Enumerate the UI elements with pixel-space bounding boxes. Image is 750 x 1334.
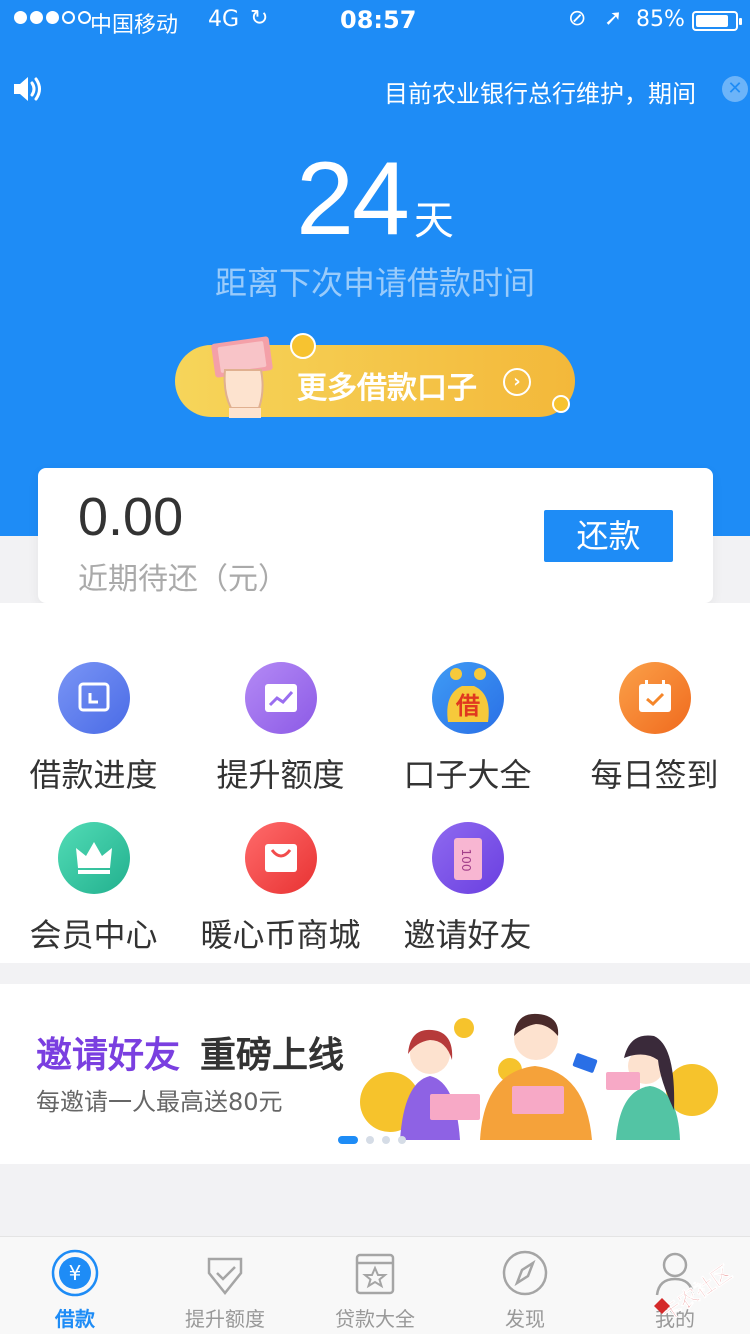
network-type: 4G [208, 7, 240, 32]
countdown-unit: 天 [413, 198, 454, 244]
signal-strength-icon [14, 11, 91, 24]
grid-item-label: 每日签到 [590, 756, 719, 794]
grid-item-label: 暖心币商城 [200, 916, 361, 954]
chevron-right-icon: › [503, 368, 531, 396]
tab-discover[interactable]: 发现 [450, 1237, 600, 1334]
coin-icon [552, 395, 570, 413]
svg-text:100: 100 [459, 849, 473, 872]
tab-raise-limit[interactable]: 提升额度 [150, 1237, 300, 1334]
tab-loan-directory[interactable]: 贷款大全 [300, 1237, 450, 1334]
pager-dot[interactable] [382, 1136, 390, 1144]
countdown-days: 24 天 [0, 140, 750, 259]
calendar-check-icon [618, 662, 691, 734]
invite-ticket-icon: 100 [431, 822, 504, 894]
grid-item-daily-checkin[interactable]: 每日签到 [561, 662, 748, 796]
grid-item-label: 会员中心 [29, 916, 158, 954]
pager-dot[interactable] [398, 1136, 406, 1144]
notice-marquee[interactable]: 目前农业银行总行维护，期间 [384, 74, 704, 106]
grid-item-label: 借款进度 [29, 756, 158, 794]
speaker-icon [14, 77, 41, 101]
repay-card: 0.00 近期待还（元） 还款 [38, 468, 713, 603]
clock-icon [57, 662, 130, 734]
yen-circle-icon: ¥ [51, 1249, 99, 1297]
battery-percent: 85% [636, 7, 685, 32]
repay-caption: 近期待还（元） [78, 562, 288, 597]
shield-check-icon [207, 1257, 243, 1296]
close-icon[interactable]: ✕ [722, 76, 748, 102]
status-bar: 中国移动 4G ↻ 08:57 ⊘ ➚ 85% [0, 0, 750, 40]
grid-item-loan-list[interactable]: 借 口子大全 [374, 662, 561, 796]
grid-item-member-center[interactable]: 会员中心 [0, 822, 187, 956]
pager-dot[interactable] [338, 1136, 358, 1144]
carrier-name: 中国移动 [90, 13, 179, 38]
more-loans-label: 更多借款口子 [297, 371, 477, 406]
svg-text:¥: ¥ [69, 1261, 82, 1285]
repay-amount: 0.00 [78, 487, 184, 547]
grid-item-label: 提升额度 [216, 756, 345, 794]
battery-icon [692, 11, 742, 31]
banner-title: 重磅上线 [200, 1035, 345, 1076]
grid-item-label: 邀请好友 [403, 916, 532, 954]
tab-label: 贷款大全 [335, 1307, 415, 1331]
invite-banner[interactable]: 邀请好友 重磅上线 每邀请一人最高送80元 [0, 984, 750, 1164]
pager-dot[interactable] [366, 1136, 374, 1144]
watermark-logo: 卡农社区 [654, 1260, 737, 1326]
grid-item-invite-friends[interactable]: 100 邀请好友 [374, 822, 561, 956]
sync-icon: ↻ [250, 6, 269, 31]
tab-label: 借款 [55, 1307, 95, 1331]
grid-item-loan-progress[interactable]: 借款进度 [0, 662, 187, 796]
bottom-tab-bar: ¥ 借款 提升额度 贷款大全 发现 我的 [0, 1236, 750, 1334]
trend-up-icon [244, 662, 317, 734]
star-book-icon [355, 1253, 395, 1295]
clock-time: 08:57 [340, 6, 417, 34]
shopping-bag-icon [244, 822, 317, 894]
invite-illustration [360, 1013, 718, 1140]
coin-icon [290, 333, 316, 359]
repay-button[interactable]: 还款 [544, 510, 673, 562]
grid-item-coin-mall[interactable]: 暖心币商城 [187, 822, 374, 956]
banner-pager[interactable] [338, 1136, 406, 1144]
tab-label: 提升额度 [185, 1307, 265, 1331]
rotation-lock-icon: ⊘ [568, 6, 587, 31]
tab-loan[interactable]: ¥ 借款 [0, 1237, 150, 1334]
svg-text:卡农社区: 卡农社区 [657, 1260, 736, 1326]
banner-title-highlight: 邀请好友 [36, 1035, 181, 1076]
countdown-number: 24 [296, 141, 410, 257]
grid-item-raise-limit[interactable]: 提升额度 [187, 662, 374, 796]
grid-item-label: 口子大全 [403, 756, 532, 794]
money-hand-icon [211, 336, 273, 418]
location-arrow-icon: ➚ [604, 6, 623, 31]
countdown-caption: 距离下次申请借款时间 [214, 264, 535, 302]
svg-text:借: 借 [455, 692, 480, 720]
money-bag-icon: 借 [431, 662, 504, 734]
compass-icon [502, 1250, 548, 1296]
tab-label: 发现 [505, 1307, 545, 1331]
crown-icon [57, 822, 130, 894]
banner-subtitle: 每邀请一人最高送80元 [36, 1088, 283, 1116]
